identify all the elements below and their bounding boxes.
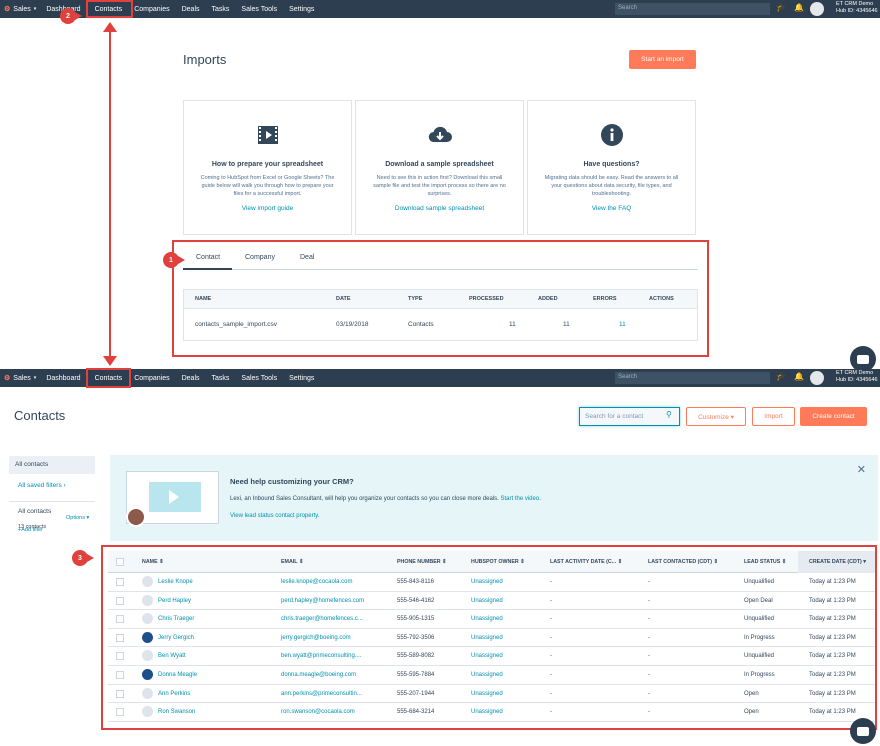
import-button[interactable]: Import <box>752 407 795 426</box>
nav-search-input[interactable]: Search <box>615 372 770 384</box>
highlight-box-contacts-bottom <box>86 368 131 388</box>
nav-sales-tools[interactable]: Sales Tools <box>241 6 277 13</box>
notifications-icon[interactable]: 🔔 <box>794 372 804 381</box>
play-icon[interactable] <box>149 482 201 512</box>
view-faq-link[interactable]: View the FAQ <box>528 205 695 212</box>
card-description: Migrating data should be easy. Read the … <box>544 175 679 197</box>
hub-id: Hub ID: 4345646 <box>836 8 878 14</box>
annotation-badge-2: 2 <box>60 8 82 24</box>
nav-search-input[interactable]: Search <box>615 3 770 15</box>
sidebar-list-name: All contacts <box>18 508 52 515</box>
nav-companies[interactable]: Companies <box>134 375 169 382</box>
card-have-questions: Have questions? Migrating data should be… <box>527 100 696 235</box>
nav-deals[interactable]: Deals <box>182 6 200 13</box>
sidebar-all-saved-filters[interactable]: All saved filters › <box>9 474 95 497</box>
highlight-box-contacts-top <box>86 0 133 18</box>
download-sample-link[interactable]: Download sample spreadsheet <box>356 205 523 212</box>
banner-title: Need help customizing your CRM? <box>230 477 354 486</box>
hub-info[interactable]: ET CRM Demo Hub ID: 4345646 <box>836 1 878 15</box>
annotation-badge-1: 1 <box>163 252 185 268</box>
nav-companies[interactable]: Companies <box>134 6 169 13</box>
contacts-sidebar: All contacts All saved filters › All con… <box>9 456 95 535</box>
imports-title: Imports <box>183 52 227 67</box>
card-title: Download a sample spreadsheet <box>385 161 494 168</box>
card-title: How to prepare your spreadsheet <box>211 161 324 168</box>
academy-icon[interactable]: 🎓 <box>776 4 786 12</box>
nav-deals[interactable]: Deals <box>182 375 200 382</box>
academy-icon[interactable]: 🎓 <box>776 373 786 381</box>
view-import-guide-link[interactable]: View import guide <box>184 205 351 212</box>
user-avatar[interactable] <box>810 371 824 385</box>
user-avatar[interactable] <box>810 2 824 16</box>
contact-count: 13 contacts <box>18 524 47 530</box>
highlight-box-imports <box>172 240 709 357</box>
contact-search-input[interactable]: Search for a contact <box>579 407 680 426</box>
customize-button[interactable]: Customize ▾ <box>686 407 746 426</box>
highlight-box-contacts-table <box>101 545 877 730</box>
card-prepare-spreadsheet: How to prepare your spreadsheet Coming t… <box>183 100 352 235</box>
double-arrow <box>103 22 117 366</box>
search-icon[interactable]: ⚲ <box>666 410 672 419</box>
banner-desc-text: Lexi, an Inbound Sales Consultant, will … <box>230 496 499 502</box>
top-nav-second: ⚙ Sales ▾ Dashboard Contacts Companies Dea… <box>0 369 880 387</box>
brand-label: Sales <box>13 374 31 382</box>
close-icon[interactable]: ✕ <box>857 463 866 476</box>
nav-tasks[interactable]: Tasks <box>212 6 230 13</box>
start-video-link[interactable]: Start the video. <box>501 496 541 502</box>
consultant-avatar <box>126 507 146 527</box>
hub-name: ET CRM Demo <box>836 370 874 376</box>
nav-tasks[interactable]: Tasks <box>212 375 230 382</box>
lead-status-link[interactable]: View lead status contact property. <box>230 513 320 519</box>
notifications-icon[interactable]: 🔔 <box>794 3 804 12</box>
start-import-button[interactable]: Start an import <box>629 50 696 69</box>
sidebar-all-contacts[interactable]: All contacts <box>9 456 95 474</box>
card-description: Coming to HubSpot from Excel or Google S… <box>200 175 335 197</box>
cloud-download-icon <box>428 126 452 143</box>
card-description: Need to see this in action first? Downlo… <box>373 175 506 197</box>
create-contact-button[interactable]: Create contact <box>800 407 867 426</box>
banner-description: Lexi, an Inbound Sales Consultant, will … <box>230 496 541 502</box>
contacts-title: Contacts <box>14 408 66 423</box>
nav-dashboard[interactable]: Dashboard <box>46 375 80 382</box>
options-dropdown[interactable]: Options ▾ <box>66 515 89 521</box>
film-icon <box>257 126 278 144</box>
hubspot-logo[interactable]: ⚙ Sales ▾ <box>4 374 36 383</box>
card-download-sample: Download a sample spreadsheet Need to se… <box>355 100 524 235</box>
help-banner: Need help customizing your CRM? Lexi, an… <box>110 455 878 541</box>
info-icon <box>600 124 623 146</box>
brand-label: Sales <box>13 5 31 13</box>
hub-id: Hub ID: 4345646 <box>836 377 878 383</box>
nav-settings[interactable]: Settings <box>289 6 314 13</box>
nav-settings[interactable]: Settings <box>289 375 314 382</box>
hubspot-logo[interactable]: ⚙ Sales ▾ <box>4 5 36 14</box>
annotation-badge-3: 3 <box>72 550 94 566</box>
card-title: Have questions? <box>583 161 640 168</box>
sidebar-list-meta: 13 contacts Options ▾ <box>9 515 95 530</box>
chat-widget-icon[interactable] <box>850 718 876 744</box>
hub-name: ET CRM Demo <box>836 1 874 7</box>
hub-info[interactable]: ET CRM Demo Hub ID: 4345646 <box>836 370 878 384</box>
nav-sales-tools[interactable]: Sales Tools <box>241 375 277 382</box>
